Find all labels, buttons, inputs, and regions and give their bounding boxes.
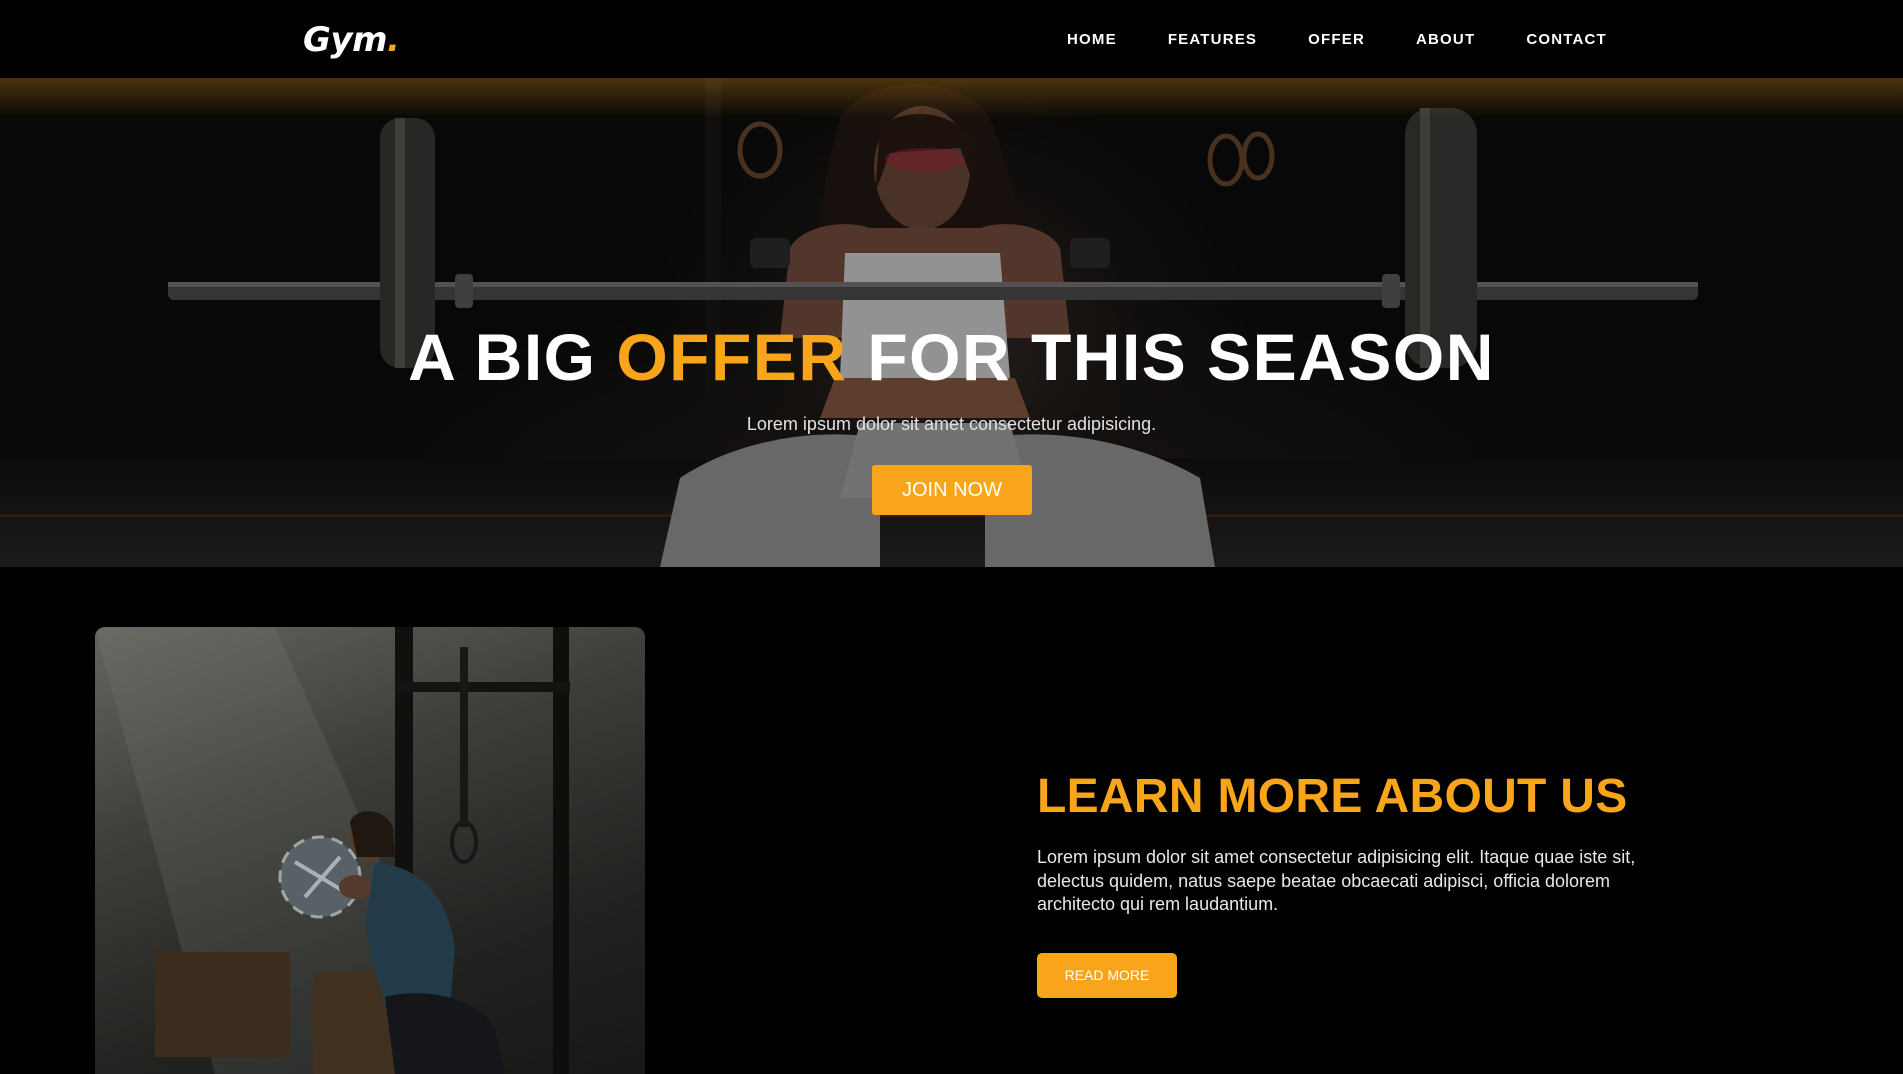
read-more-button[interactable]: READ MORE — [1037, 953, 1177, 998]
nav-offer[interactable]: OFFER — [1308, 30, 1365, 50]
nav-features[interactable]: FEATURES — [1168, 30, 1257, 50]
brand-name: Gym — [303, 20, 388, 60]
nav-about[interactable]: ABOUT — [1416, 30, 1475, 50]
nav-home[interactable]: HOME — [1067, 30, 1117, 50]
hero-subtitle: Lorem ipsum dolor sit amet consectetur a… — [746, 414, 1157, 434]
about-text: Lorem ipsum dolor sit amet consectetur a… — [1037, 847, 1636, 914]
about-image — [95, 627, 645, 1074]
brand-dot: . — [387, 20, 400, 60]
hero-title-accent: OFFER — [616, 320, 848, 394]
brand-logo[interactable]: Gym. — [303, 16, 400, 64]
about-photo — [95, 627, 645, 1074]
main-nav: HOME FEATURES OFFER ABOUT CONTACT — [1067, 30, 1607, 50]
about-title: LEARN MORE ABOUT US — [1037, 770, 1628, 823]
navbar: Gym. HOME FEATURES OFFER ABOUT CONTACT — [0, 0, 1903, 78]
hero-section: A BIG OFFER FOR THIS SEASON Lorem ipsum … — [0, 78, 1903, 567]
hero-title: A BIG OFFER FOR THIS SEASON — [0, 318, 1903, 396]
nav-contact[interactable]: CONTACT — [1526, 30, 1607, 50]
hero-title-part1: A BIG — [408, 320, 617, 394]
hero-top-glow — [0, 78, 1903, 118]
join-now-button[interactable]: JOIN NOW — [872, 465, 1032, 515]
hero-title-part2: FOR THIS SEASON — [847, 320, 1495, 394]
